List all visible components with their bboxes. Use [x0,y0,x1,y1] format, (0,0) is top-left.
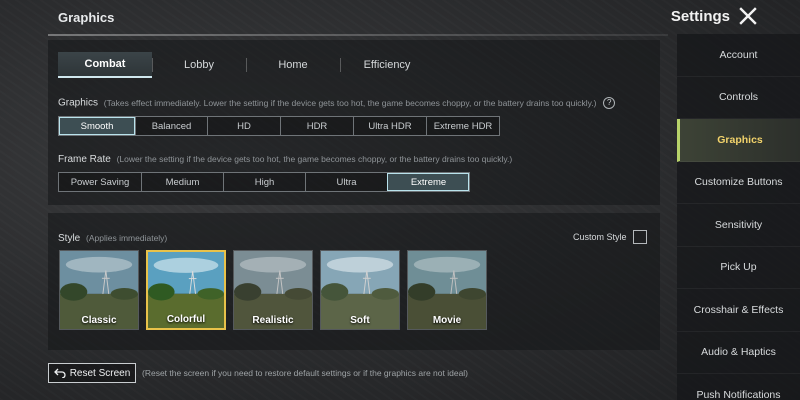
help-icon[interactable]: ? [603,97,616,109]
sidebar-item-push-notifications[interactable]: Push Notifications [677,374,800,400]
graphics-section-label: Graphics (Takes effect immediately. Lowe… [58,97,616,109]
custom-style-toggle[interactable]: Custom Style [573,230,647,244]
style-note: (Applies immediately) [86,233,168,243]
graphics-label: Graphics [58,97,99,109]
sidebar-item-sensitivity[interactable]: Sensitivity [677,204,800,247]
page-title: Graphics [58,10,115,25]
header-divider [48,34,668,36]
graphics-option-hdr[interactable]: HDR [280,117,353,135]
undo-icon [53,368,66,378]
close-icon [739,7,757,25]
sidebar-item-graphics[interactable]: Graphics [677,119,800,162]
frame-rate-option-high[interactable]: High [223,173,305,191]
sidebar-item-account[interactable]: Account [677,34,800,77]
custom-style-checkbox[interactable] [632,230,647,244]
style-section-label: Style (Applies immediately) [58,233,167,244]
frame-rate-selector: Power Saving Medium High Ultra Extreme [58,172,470,192]
style-label: Style [58,233,81,244]
graphics-option-extreme-hdr[interactable]: Extreme HDR [426,117,499,135]
sidebar-item-audio-haptics[interactable]: Audio & Haptics [677,332,800,374]
tab-home[interactable]: Home [246,52,340,78]
custom-style-label: Custom Style [573,232,627,242]
style-option-realistic[interactable]: Realistic [233,250,313,330]
style-option-label: Realistic [252,315,294,326]
graphics-option-ultra-hdr[interactable]: Ultra HDR [353,117,426,135]
tab-combat[interactable]: Combat [58,52,152,78]
tab-bar: Combat Lobby Home Efficiency [58,52,434,78]
frame-rate-option-medium[interactable]: Medium [141,173,223,191]
frame-rate-label: Frame Rate [58,154,111,165]
graphics-option-balanced[interactable]: Balanced [135,117,207,135]
style-option-colorful[interactable]: Colorful [146,250,226,330]
frame-rate-option-extreme[interactable]: Extreme [387,173,469,191]
graphics-quality-selector: Smooth Balanced HD HDR Ultra HDR Extreme… [58,116,500,136]
style-option-label: Movie [432,315,462,326]
style-option-soft[interactable]: Soft [320,250,400,330]
style-option-classic[interactable]: Classic [59,250,139,330]
frame-rate-note: (Lower the setting if the device gets to… [116,154,513,164]
tab-efficiency[interactable]: Efficiency [340,52,434,78]
settings-sidebar: Account Controls Graphics Customize Butt… [677,34,800,400]
frame-rate-section-label: Frame Rate (Lower the setting if the dev… [58,154,512,165]
frame-rate-option-ultra[interactable]: Ultra [305,173,387,191]
reset-screen-label: Reset Screen [69,367,131,379]
reset-screen-button[interactable]: Reset Screen [48,363,136,383]
reset-note: (Reset the screen if you need to restore… [142,368,469,378]
frame-rate-option-power-saving[interactable]: Power Saving [59,173,141,191]
sidebar-item-customize-buttons[interactable]: Customize Buttons [677,162,800,204]
sidebar-item-pick-up[interactable]: Pick Up [677,247,800,289]
settings-title: Settings [670,8,730,25]
style-options: Classic Colorful Realistic Soft Movie [59,250,487,330]
style-option-label: Colorful [166,314,206,325]
sidebar-item-crosshair-effects[interactable]: Crosshair & Effects [677,289,800,332]
graphics-note: (Takes effect immediately. Lower the set… [103,97,597,108]
close-button[interactable] [738,6,758,26]
style-option-label: Soft [350,315,370,326]
style-option-movie[interactable]: Movie [407,250,487,330]
tab-lobby[interactable]: Lobby [152,52,246,78]
graphics-option-hd[interactable]: HD [207,117,280,135]
sidebar-item-controls[interactable]: Controls [677,77,800,119]
graphics-option-smooth[interactable]: Smooth [59,117,135,135]
style-option-label: Classic [81,315,117,326]
